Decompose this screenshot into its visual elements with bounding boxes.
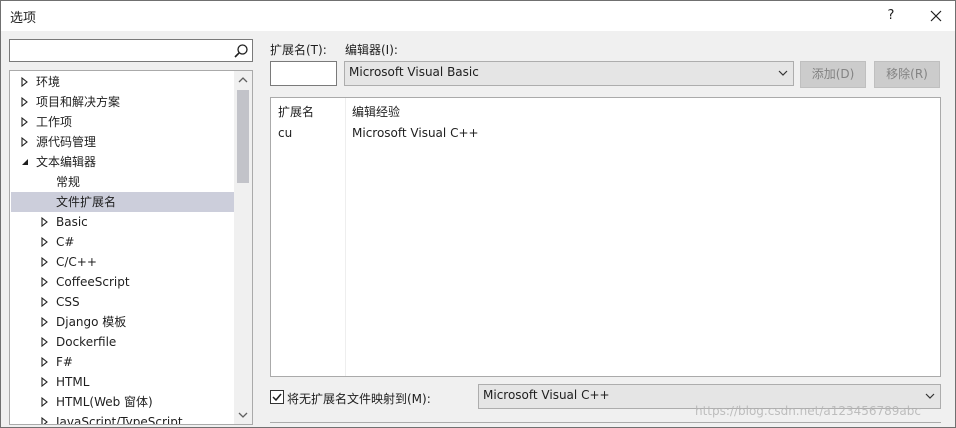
- scroll-down-icon[interactable]: [234, 406, 252, 424]
- tree-item[interactable]: 常规: [11, 172, 234, 192]
- tree-item[interactable]: 文本编辑器: [11, 152, 234, 172]
- tree-item-label: 环境: [36, 75, 61, 89]
- tree-item[interactable]: 项目和解决方案: [11, 92, 234, 112]
- collapsed-triangle-icon[interactable]: [39, 352, 51, 372]
- chevron-down-icon: [925, 393, 935, 399]
- collapsed-triangle-icon[interactable]: [39, 312, 51, 332]
- tree-item[interactable]: C#: [11, 232, 234, 252]
- checkmark-icon: [272, 393, 282, 402]
- tree-item-label: Basic: [56, 215, 88, 229]
- tree-item-label: Dockerfile: [56, 335, 117, 349]
- tree-item[interactable]: HTML: [11, 372, 234, 392]
- collapsed-triangle-icon[interactable]: [19, 112, 31, 132]
- collapsed-triangle-icon[interactable]: [39, 252, 51, 272]
- tree-item-label: 常规: [56, 175, 81, 189]
- tree-item-label: C/C++: [56, 255, 97, 269]
- search-box[interactable]: [9, 39, 253, 62]
- collapsed-triangle-icon[interactable]: [39, 372, 51, 392]
- extension-input[interactable]: [270, 61, 337, 86]
- collapsed-triangle-icon[interactable]: [39, 392, 51, 412]
- tree-item[interactable]: Django 模板: [11, 312, 234, 332]
- tree-item-label: C#: [56, 235, 75, 249]
- tree-item-label: HTML: [56, 375, 90, 389]
- column-header-extension[interactable]: 扩展名: [278, 103, 314, 120]
- collapsed-triangle-icon[interactable]: [19, 92, 31, 112]
- tree-item-label: 项目和解决方案: [36, 95, 121, 109]
- tree-item[interactable]: CoffeeScript: [11, 272, 234, 292]
- search-input[interactable]: [12, 42, 224, 59]
- expanded-triangle-icon[interactable]: [19, 152, 31, 172]
- remove-button[interactable]: 移除(R): [874, 61, 940, 88]
- chevron-down-icon: [778, 70, 788, 76]
- collapsed-triangle-icon[interactable]: [39, 292, 51, 312]
- close-icon: [930, 10, 942, 22]
- row-editor-cell: Microsoft Visual C++: [352, 126, 479, 140]
- title-bar: 选项 ?: [1, 1, 955, 31]
- collapsed-triangle-icon[interactable]: [39, 332, 51, 352]
- tree-item[interactable]: JavaScript/TypeScript: [11, 412, 234, 425]
- table-row[interactable]: cu Microsoft Visual C++: [271, 123, 940, 143]
- collapsed-triangle-icon[interactable]: [39, 412, 51, 425]
- tree-item[interactable]: Dockerfile: [11, 332, 234, 352]
- tree-item[interactable]: C/C++: [11, 252, 234, 272]
- extension-label: 扩展名(T):: [270, 43, 327, 57]
- collapsed-triangle-icon[interactable]: [39, 212, 51, 232]
- map-no-extension-checkbox[interactable]: [270, 390, 284, 404]
- tree-item[interactable]: CSS: [11, 292, 234, 312]
- column-header-editor[interactable]: 编辑经验: [352, 103, 400, 120]
- watermark: https://blog.csdn.net/a123456789abc: [695, 404, 921, 418]
- extension-grid: 扩展名 编辑经验 cu Microsoft Visual C++: [270, 97, 941, 377]
- scrollbar-thumb[interactable]: [237, 90, 249, 183]
- map-no-extension-label: 将无扩展名文件映射到(M):: [287, 392, 431, 406]
- options-dialog: 选项 ? JavaScript/TypeScript HTML(Web 窗体) HT…: [0, 0, 956, 428]
- map-no-extension-select-value: Microsoft Visual C++: [483, 388, 610, 402]
- tree-item[interactable]: 环境: [11, 72, 234, 92]
- tree-item[interactable]: Basic: [11, 212, 234, 232]
- tree-item-label: CSS: [56, 295, 80, 309]
- tree-item[interactable]: F#: [11, 352, 234, 372]
- help-button[interactable]: ?: [879, 5, 903, 27]
- search-icon[interactable]: [233, 43, 249, 59]
- collapsed-triangle-icon[interactable]: [19, 132, 31, 152]
- divider: [270, 422, 941, 423]
- editor-label: 编辑器(I):: [345, 43, 398, 57]
- scroll-up-icon[interactable]: [234, 71, 252, 89]
- tree-item-label: 文件扩展名: [56, 195, 117, 209]
- tree-item-label: Django 模板: [56, 315, 127, 329]
- collapsed-triangle-icon[interactable]: [19, 72, 31, 92]
- tree-item-label: 源代码管理: [36, 135, 97, 149]
- tree-scrollbar[interactable]: [234, 71, 252, 424]
- collapsed-triangle-icon[interactable]: [39, 232, 51, 252]
- collapsed-triangle-icon[interactable]: [39, 272, 51, 292]
- tree-item-label: HTML(Web 窗体): [56, 395, 153, 409]
- tree-item[interactable]: 源代码管理: [11, 132, 234, 152]
- tree-item-label: F#: [56, 355, 73, 369]
- options-tree: JavaScript/TypeScript HTML(Web 窗体) HTML F# D…: [9, 70, 253, 425]
- tree-item[interactable]: HTML(Web 窗体): [11, 392, 234, 412]
- close-button[interactable]: [923, 5, 949, 27]
- tree-item-label: JavaScript/TypeScript: [56, 415, 183, 425]
- row-extension-cell: cu: [278, 126, 293, 140]
- editor-select[interactable]: Microsoft Visual Basic: [344, 61, 794, 86]
- editor-select-value: Microsoft Visual Basic: [349, 65, 479, 79]
- add-button[interactable]: 添加(D): [800, 61, 866, 88]
- tree-item-label: 文本编辑器: [36, 155, 97, 169]
- dialog-title: 选项: [10, 11, 37, 26]
- tree-item[interactable]: 文件扩展名: [11, 192, 234, 212]
- tree-item-label: CoffeeScript: [56, 275, 130, 289]
- tree-item[interactable]: 工作项: [11, 112, 234, 132]
- tree-item-label: 工作项: [36, 115, 73, 129]
